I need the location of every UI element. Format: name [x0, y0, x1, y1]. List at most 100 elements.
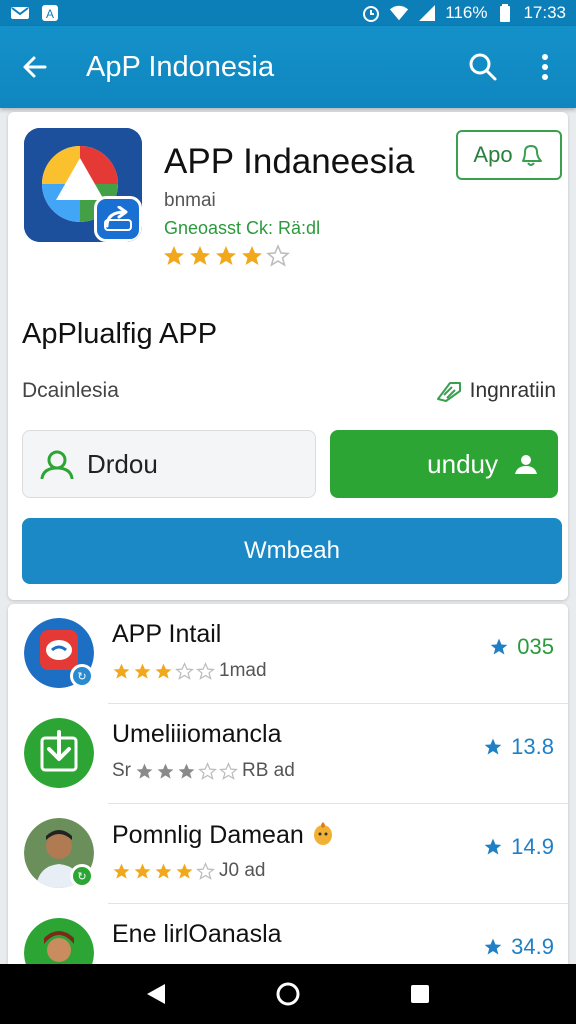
list-item-name: Pomnlig Damean [112, 820, 335, 850]
star-icon [484, 938, 502, 955]
system-nav-bar [0, 964, 576, 1024]
more-vert-icon [542, 54, 548, 80]
star-filled-icon [164, 246, 184, 265]
list-item-meta: Sr RB ad [112, 760, 295, 782]
star-empty-icon [175, 661, 194, 680]
list-item-rating: 14.9 [483, 834, 554, 860]
app-detail-card: APP Indaneesia bnmai Gneoasst Ck: Rä:dl … [8, 112, 568, 600]
outline-action-button[interactable]: Drdou [22, 430, 316, 498]
info-link[interactable]: Ingnratiin [436, 379, 556, 403]
star-empty-icon [196, 661, 215, 680]
star-icon [484, 738, 502, 755]
app-button[interactable]: Apo [456, 130, 562, 180]
list-item-name: Ene lirlOanasla [112, 920, 282, 948]
list-item-rating-value: 035 [517, 634, 554, 659]
list-item-name: APP Intail [112, 620, 222, 648]
list-item-meta: J0 ad [112, 860, 265, 882]
list-item[interactable]: ↻ Pomnlig Damean J0 ad 14.9 [8, 804, 568, 904]
person-add-icon [515, 455, 537, 474]
bell-icon [521, 145, 542, 166]
star-empty-icon [219, 761, 238, 780]
star-filled-icon [216, 246, 236, 265]
list-item[interactable]: Ene lirlOanasla 34.9 [8, 904, 568, 964]
battery-icon [495, 4, 515, 22]
search-button[interactable] [452, 26, 514, 108]
star-filled-icon [157, 763, 174, 779]
app-category: Gneoasst Ck: Rä:dl [164, 218, 321, 238]
download-icon [24, 718, 94, 788]
nav-back-button[interactable] [126, 964, 186, 1024]
app-rating-stars [162, 244, 290, 268]
more-options-button[interactable] [514, 26, 576, 108]
star-icon [484, 838, 502, 855]
star-empty-icon [196, 861, 215, 880]
list-item-stars [135, 761, 238, 781]
nav-home-button[interactable] [258, 964, 318, 1024]
star-filled-icon [242, 246, 262, 265]
list-item[interactable]: Umeliiiomancla Sr RB ad 13.8 [8, 704, 568, 804]
list-item-rating: 035 [489, 634, 554, 660]
back-button[interactable] [0, 26, 70, 108]
emoji-icon [313, 822, 332, 845]
refresh-badge-icon: ↻ [70, 664, 94, 688]
developer-label: Dcainlesia [22, 379, 119, 402]
star-empty-icon [266, 244, 290, 267]
info-link-label: Ingnratiin [469, 379, 556, 402]
app-publisher: bnmai [164, 190, 216, 211]
alert-icon: A [40, 5, 60, 21]
primary-action-button[interactable]: Wmbeah [22, 518, 562, 584]
person-outline-icon [40, 450, 74, 479]
star-filled-icon [178, 763, 195, 779]
star-filled-icon [190, 246, 210, 265]
clock: 17:33 [523, 3, 566, 22]
star-filled-icon [136, 763, 153, 779]
star-filled-icon [113, 663, 130, 679]
app-bar: ApP Indonesia [0, 26, 576, 108]
app-name: APP Indaneesia [164, 142, 415, 181]
app-button-label: Apo [473, 142, 513, 167]
status-bar: A 116% 17:33 [0, 0, 576, 26]
star-icon [490, 638, 508, 655]
list-item-name-text: Pomnlig Damean [112, 821, 304, 849]
download-button[interactable]: unduy [330, 430, 558, 498]
list-item-rating: 13.8 [483, 734, 554, 760]
list-item-meta-prefix: Sr [112, 760, 131, 781]
email-icon [10, 5, 30, 21]
person-avatar [24, 918, 94, 964]
signal-icon [417, 5, 437, 21]
app-bar-title: ApP Indonesia [86, 50, 275, 83]
star-filled-icon [134, 863, 151, 879]
app-logo-icon [24, 128, 142, 242]
outline-button-label: Drdou [87, 448, 158, 479]
list-item-stars [112, 661, 215, 681]
back-arrow-icon [23, 56, 47, 78]
share-badge-icon [94, 196, 142, 242]
section-title: ApPlualfig APP [22, 318, 218, 350]
list-item-meta-text: J0 ad [219, 860, 266, 881]
list-item-rating: 34.9 [483, 934, 554, 960]
list-item-rating-value: 34.9 [511, 934, 554, 959]
svg-text:A: A [46, 7, 54, 21]
tag-icon [436, 382, 461, 402]
list-item-name: Umeliiiomancla [112, 720, 282, 748]
home-circle-icon [276, 982, 300, 1006]
star-filled-icon [155, 663, 172, 679]
star-empty-icon [198, 761, 217, 780]
star-filled-icon [113, 863, 130, 879]
star-filled-icon [134, 663, 151, 679]
list-item-rating-value: 13.8 [511, 734, 554, 759]
list-item[interactable]: ↻ APP Intail 1mad 035 [8, 604, 568, 704]
wifi-icon [389, 5, 409, 21]
star-filled-icon [155, 863, 172, 879]
battery-text: 116% [445, 3, 488, 22]
list-item-stars [112, 861, 215, 881]
list-item-meta: 1mad [112, 660, 267, 682]
list-item-meta-text: RB ad [242, 760, 295, 781]
nav-recents-button[interactable] [390, 964, 450, 1024]
list-item-rating-value: 14.9 [511, 834, 554, 859]
alarm-icon [361, 5, 381, 22]
recents-square-icon [411, 985, 429, 1003]
app-list: ↻ APP Intail 1mad 035 Umeliiiomancla Sr … [8, 604, 568, 964]
badge-icon: ↻ [70, 864, 94, 888]
download-button-label: unduy [427, 448, 498, 479]
